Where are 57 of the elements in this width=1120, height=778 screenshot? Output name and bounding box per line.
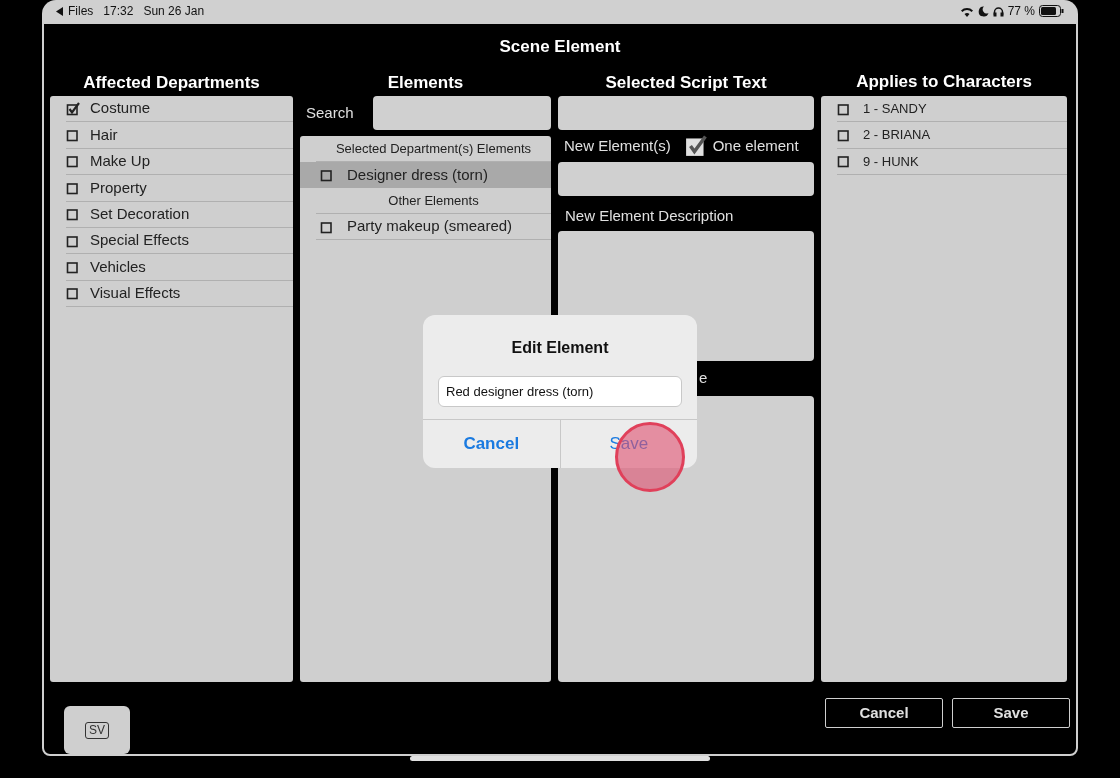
field-label: e — [699, 368, 708, 389]
department-item[interactable]: Vehicles — [66, 254, 293, 281]
department-item[interactable]: Special Effects — [66, 227, 293, 255]
wifi-icon — [959, 5, 974, 17]
checkbox-icon[interactable] — [837, 128, 851, 143]
search-label: Search — [305, 102, 355, 123]
character-item[interactable]: 9 - HUNK — [837, 148, 1067, 176]
battery-percent: 77 % — [1007, 3, 1035, 20]
status-date: Sun 26 Jan — [143, 3, 205, 20]
column-heading: Applies to Characters — [855, 71, 1033, 93]
department-item[interactable]: Property — [66, 175, 293, 202]
checkbox-icon[interactable] — [66, 128, 80, 143]
department-item[interactable]: Hair — [66, 122, 293, 149]
column-heading: Affected Departments — [82, 72, 261, 94]
checkbox-icon[interactable] — [837, 154, 851, 169]
window-title: Scene Element — [498, 36, 622, 58]
checked-checkbox-icon[interactable] — [66, 101, 80, 116]
character-item[interactable]: 2 - BRIANA — [837, 122, 1067, 149]
checkbox-label: One element — [712, 135, 799, 156]
checkbox-icon[interactable] — [66, 260, 80, 275]
checkbox-icon[interactable] — [320, 219, 334, 234]
moon-icon — [977, 5, 989, 17]
department-item[interactable]: Visual Effects — [66, 280, 293, 308]
element-name-field[interactable]: Red designer dress (torn) — [438, 376, 682, 407]
sv-badge: SV — [85, 721, 109, 739]
department-item[interactable]: Make Up — [66, 148, 293, 176]
battery-icon — [1039, 5, 1064, 17]
script-text-field[interactable] — [558, 96, 814, 130]
back-arrow-icon[interactable] — [56, 6, 64, 16]
dialog-title: Edit Element — [510, 338, 610, 358]
status-time: 17:32 — [103, 3, 134, 20]
character-item[interactable]: 1 - SANDY — [837, 96, 1067, 123]
footer-button[interactable]: Save — [952, 698, 1070, 728]
checkbox-icon[interactable] — [66, 207, 80, 222]
checkbox-icon[interactable] — [66, 233, 80, 248]
element-item[interactable]: Designer dress (torn) — [300, 162, 551, 188]
department-item[interactable]: Set Decoration — [66, 201, 293, 228]
checkbox-icon[interactable] — [837, 101, 851, 116]
column-heading: Elements — [386, 72, 465, 94]
checkbox-icon[interactable] — [66, 180, 80, 195]
field-label: New Element Description — [565, 205, 734, 226]
new-element-field[interactable] — [558, 162, 814, 196]
back-link[interactable]: Files — [68, 2, 94, 20]
field-label: New Element(s) — [564, 135, 671, 156]
headphones-icon — [992, 5, 1004, 17]
checkbox-icon[interactable] — [66, 286, 80, 301]
checkbox-icon[interactable] — [320, 168, 334, 182]
footer-button[interactable]: Cancel — [825, 698, 943, 728]
checked-checkbox-icon[interactable] — [684, 135, 707, 157]
dialog-button[interactable]: Cancel — [423, 420, 561, 468]
search-field[interactable] — [373, 96, 551, 130]
column-heading: Selected Script Text — [604, 72, 768, 94]
department-item[interactable]: Costume — [66, 96, 293, 123]
section-header: Other Elements — [316, 188, 551, 214]
sv-button[interactable]: SV — [64, 706, 130, 754]
checkbox-icon[interactable] — [66, 154, 80, 169]
element-item[interactable]: Party makeup (smeared) — [300, 214, 551, 240]
